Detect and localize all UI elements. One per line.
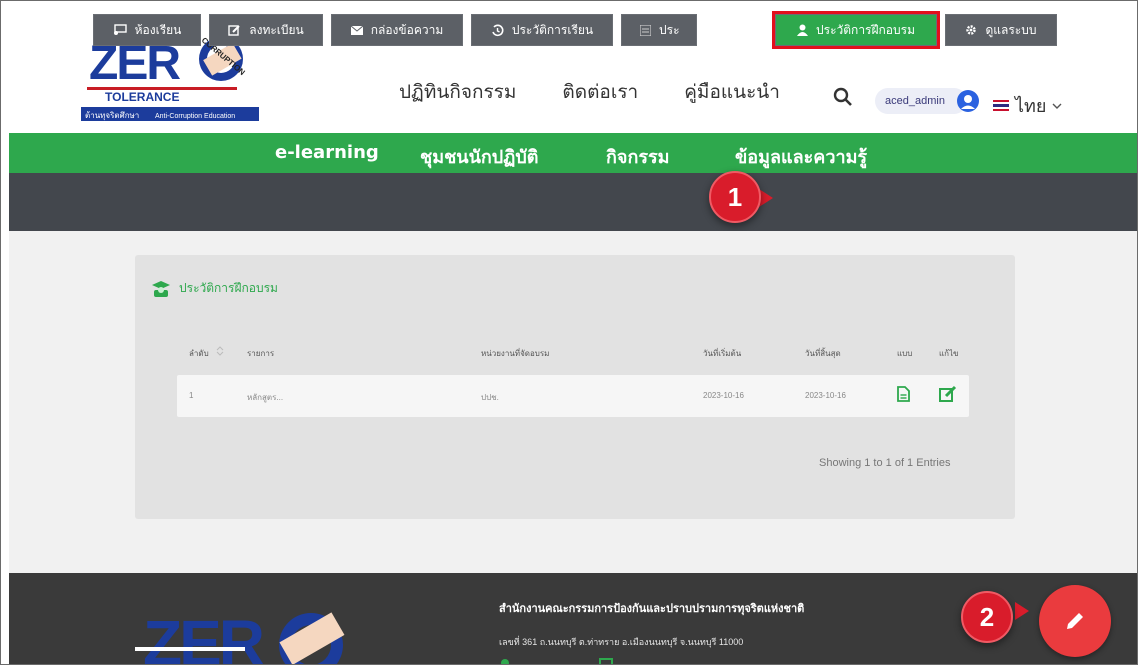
footer-contact-row (499, 657, 613, 664)
envelope-icon (350, 25, 363, 35)
cell-agency: ปปช. (481, 393, 499, 402)
tab-label: ห้องเรียน (134, 22, 182, 37)
main-nav: e-learning ชุมชนนักปฏิบัติ กิจกรรม ข้อมู… (9, 133, 1137, 173)
col-header-form: แบบ (897, 349, 913, 358)
nav-knowledge[interactable]: ข้อมูลและความรู้ (735, 142, 867, 171)
cell-no: 1 (189, 391, 194, 400)
svg-text:ZER: ZER (143, 607, 264, 665)
user-menu[interactable]: aced_admin (875, 88, 979, 114)
badge-pointer (759, 189, 773, 207)
tab-label: ประ (659, 22, 680, 37)
cell-item: หลักสูตร... (247, 393, 284, 402)
edit-icon (228, 24, 240, 36)
step-badge-2: 2 (961, 591, 1013, 643)
tab-training-history[interactable]: ประวัติการฝึกอบรม (772, 11, 940, 49)
list-icon (640, 24, 651, 36)
chevron-down-icon (1052, 103, 1062, 109)
gear-icon (966, 25, 977, 35)
search-icon[interactable] (833, 87, 853, 112)
graduate-icon (152, 280, 170, 297)
phone-icon (501, 659, 509, 664)
footer-address: เลขที่ 361 ถ.นนทบุรี ต.ท่าทราย อ.เมืองนน… (499, 637, 744, 647)
badge-pointer (1015, 602, 1029, 620)
tab-label: ประวัติการเรียน (511, 22, 594, 37)
user-icon (797, 24, 809, 36)
pagination-info: Showing 1 to 1 of 1 Entries (819, 457, 951, 469)
card-heading: ประวัติการฝึกอบรม (151, 279, 278, 298)
history-icon (492, 24, 504, 36)
language-label: ไทย (1015, 96, 1047, 117)
nav-activities[interactable]: กิจกรรม (606, 142, 670, 171)
table-row (177, 375, 969, 417)
tab-learning-history[interactable]: ประวัติการเรียน (471, 14, 613, 46)
tab-partial[interactable]: ประ (621, 14, 697, 46)
card-title: ประวัติการฝึกอบรม (179, 281, 278, 295)
logo-tolerance-text: TOLERANCE (105, 90, 179, 104)
tab-inbox[interactable]: กล่องข้อความ (331, 14, 463, 46)
tab-label: ดูแลระบบ (985, 22, 1037, 37)
browser-frame: ZER CORRUPTION TOLERANCE ต้านทุจริตศึกษา… (0, 0, 1138, 665)
top-nav: ปฏิทินกิจกรรม ติดต่อเรา คู่มือแนะนำ (399, 77, 826, 107)
floating-edit-button[interactable] (1039, 585, 1111, 657)
edit-icon[interactable] (939, 385, 957, 403)
nav-contact-link[interactable]: ติดต่อเรา (562, 77, 638, 107)
pencil-icon (1067, 613, 1083, 629)
nav-calendar-link[interactable]: ปฏิทินกิจกรรม (399, 77, 516, 107)
user-tab-bar (9, 173, 1137, 231)
col-header-edit: แก้ไข (939, 349, 959, 358)
col-header-start: วันที่เริ่มต้น (703, 349, 742, 358)
logo-tagline: ต้านทุจริตศึกษา (85, 111, 139, 120)
tab-label: ลงทะเบียน (249, 22, 304, 37)
tab-admin[interactable]: ดูแลระบบ (945, 14, 1057, 46)
sort-icon[interactable] (215, 345, 225, 357)
classroom-icon (113, 24, 127, 35)
footer-org-name: สำนักงานคณะกรรมการป้องกันและปราบปรามการท… (499, 603, 805, 615)
nav-manual-link[interactable]: คู่มือแนะนำ (684, 77, 780, 107)
language-selector[interactable]: ไทย (993, 91, 1062, 120)
fax-icon (599, 658, 613, 664)
footer-logo: ZER (135, 607, 345, 665)
col-header-item: รายการ (247, 349, 275, 358)
step-badge-1: 1 (709, 171, 761, 223)
document-icon[interactable] (897, 386, 910, 402)
col-header-no[interactable]: ลำดับ (189, 347, 209, 360)
username: aced_admin (885, 95, 945, 107)
avatar-icon (957, 90, 979, 117)
col-header-end: วันที่สิ้นสุด (805, 349, 841, 358)
col-header-agency: หน่วยงานที่จัดอบรม (481, 349, 550, 358)
tab-register[interactable]: ลงทะเบียน (209, 14, 323, 46)
cell-start-date: 2023-10-16 (703, 391, 744, 400)
tab-label: กล่องข้อความ (370, 22, 444, 37)
nav-elearning[interactable]: e-learning (275, 142, 379, 163)
thai-flag-icon (993, 100, 1009, 111)
tab-label: ประวัติการฝึกอบรม (816, 22, 915, 37)
logo-subtitle: Anti-Corruption Education (155, 113, 235, 120)
cell-end-date: 2023-10-16 (805, 391, 846, 400)
nav-community[interactable]: ชุมชนนักปฏิบัติ (420, 142, 538, 171)
tab-classroom[interactable]: ห้องเรียน (93, 14, 201, 46)
